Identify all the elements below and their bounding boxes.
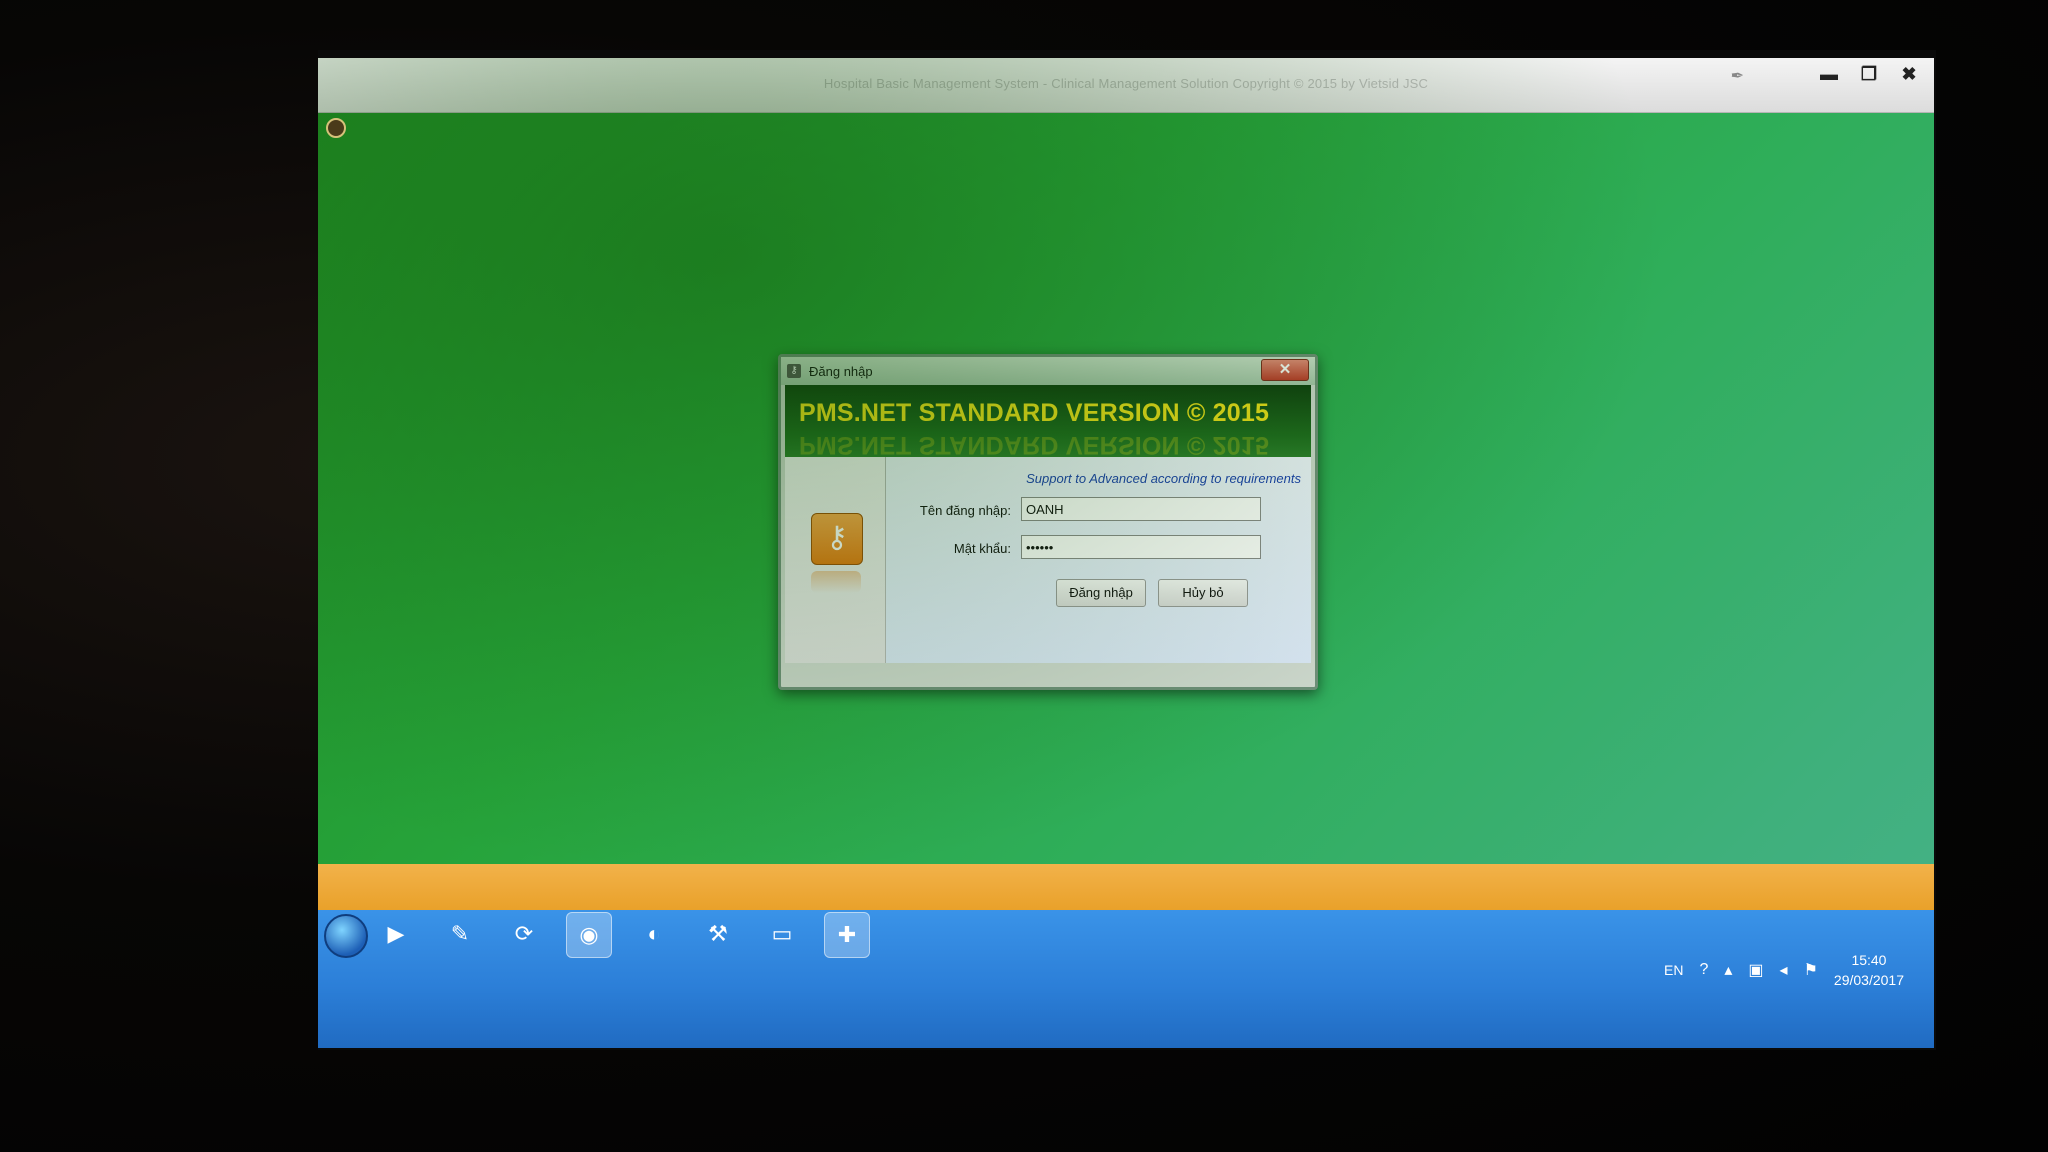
dialog-titlebar: ⚷ Đăng nhập ✕ — [781, 357, 1315, 385]
system-tray: EN ? ▴ ▣ ◂ ⚑ 15:40 29/03/2017 — [1664, 950, 1904, 990]
dialog-icon-panel: ⚷ — [785, 457, 886, 663]
app-titlebar: Hospital Basic Management System - Clini… — [318, 58, 1934, 113]
pms-app-icon[interactable]: ✚ — [824, 912, 870, 958]
minimize-button[interactable]: ▬ — [1818, 64, 1840, 84]
dialog-form: Support to Advanced according to require… — [886, 457, 1311, 663]
paint-icon[interactable]: ✎ — [438, 912, 482, 956]
password-label: Mật khẩu: — [953, 541, 1011, 556]
banner-title-reflection: PMS.NET STANDARD VERSION © 2015 — [799, 431, 1270, 457]
key-icon: ⚷ — [811, 513, 863, 565]
app-title: Hospital Basic Management System - Clini… — [823, 76, 1429, 91]
screen: Hospital Basic Management System - Clini… — [318, 58, 1934, 1048]
app-logo-icon — [326, 118, 346, 138]
login-dialog: ⚷ Đăng nhập ✕ PMS.NET STANDARD VERSION ©… — [778, 354, 1318, 690]
clock-date: 29/03/2017 — [1833, 972, 1904, 988]
action-center-flag-icon[interactable]: ⚑ — [1804, 960, 1818, 980]
tools-icon[interactable]: ⚒ — [696, 912, 740, 956]
restore-button[interactable]: ❐ — [1858, 64, 1880, 84]
username-label: Tên đăng nhập: — [919, 503, 1011, 518]
folder-icon[interactable]: ▭ — [760, 912, 804, 956]
dialog-close-button[interactable]: ✕ — [1261, 359, 1309, 381]
banner-title: PMS.NET STANDARD VERSION © 2015 — [799, 399, 1270, 427]
password-input[interactable] — [1021, 535, 1261, 559]
dialog-banner: PMS.NET STANDARD VERSION © 2015 PMS.NET … — [785, 385, 1311, 457]
tray-arrow-icon[interactable]: ▴ — [1724, 960, 1732, 980]
network-icon[interactable]: ▣ — [1748, 960, 1763, 980]
clock[interactable]: 15:40 29/03/2017 — [1834, 950, 1904, 990]
dialog-title-icon: ⚷ — [787, 364, 801, 378]
firefox-icon[interactable]: ◐ — [632, 912, 676, 956]
key-icon-reflection — [811, 571, 861, 593]
volume-icon[interactable]: ◂ — [1780, 960, 1788, 980]
cancel-button[interactable]: Hủy bỏ — [1158, 579, 1248, 607]
login-button[interactable]: Đăng nhập — [1056, 579, 1146, 607]
green-app-icon[interactable]: ⟳ — [502, 912, 546, 956]
taskbar: ▶ ✎ ⟳ ◉ ◐ ⚒ ▭ ✚ EN ? ▴ ▣ ◂ ⚑ 15:40 29/03… — [318, 910, 1934, 1048]
dialog-title: Đăng nhập — [809, 364, 873, 379]
language-indicator[interactable]: EN — [1664, 962, 1683, 978]
support-text: Support to Advanced according to require… — [1026, 471, 1301, 486]
taskbar-pinned-apps: ▶ ✎ ⟳ ◉ ◐ ⚒ ▭ ✚ — [374, 912, 870, 958]
close-button[interactable]: ✖ — [1898, 64, 1920, 84]
media-player-icon[interactable]: ▶ — [374, 912, 418, 956]
help-icon[interactable]: ? — [1699, 961, 1708, 979]
pen-icon: ✒ — [1730, 68, 1744, 85]
clock-time: 15:40 — [1851, 952, 1887, 968]
chrome-icon[interactable]: ◉ — [566, 912, 612, 958]
username-input[interactable] — [1021, 497, 1261, 521]
start-button[interactable] — [324, 914, 368, 958]
desktop-accent-strip — [318, 864, 1934, 910]
window-controls: ▬ ❐ ✖ — [1818, 64, 1920, 84]
